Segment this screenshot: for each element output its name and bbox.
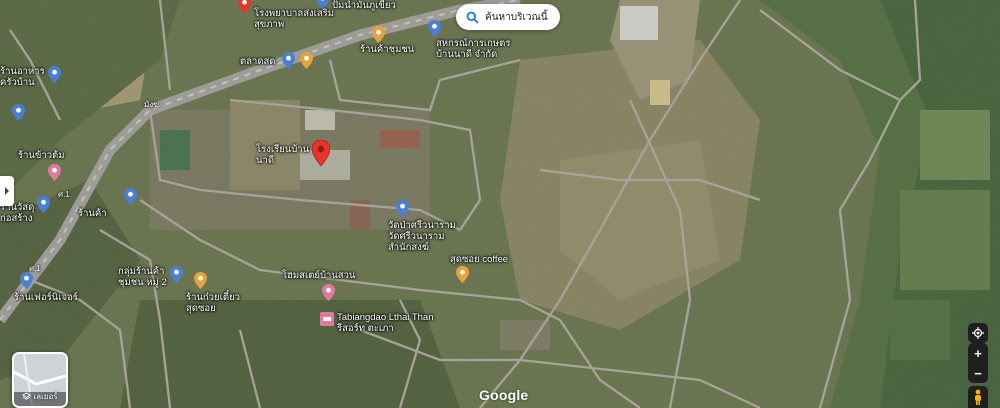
my-location-icon	[972, 327, 984, 339]
pegman-icon	[975, 389, 981, 405]
poi-marker[interactable]: ร้านข้าวต้ม	[18, 150, 65, 161]
side-panel-toggle[interactable]	[0, 176, 14, 206]
poi-marker[interactable]: สุดซอย coffee	[450, 254, 508, 283]
poi-marker[interactable]	[300, 52, 313, 69]
red-pin-icon	[238, 0, 251, 13]
poi-marker[interactable]: โฮมสเตย์บ้านสวน	[282, 270, 355, 281]
blue-pin-icon	[428, 20, 441, 37]
search-icon	[466, 11, 479, 24]
poi-marker[interactable]: ปั๊มน้ำมันภูเขียว	[316, 0, 396, 11]
blue-pin-icon	[37, 196, 51, 213]
google-attribution: Google	[479, 387, 529, 403]
poi-marker[interactable]	[282, 52, 295, 69]
poi-label: กลุ่มร้านค้า ชุมชน หมู่ 2	[118, 266, 167, 288]
poi-label: Tabiangdao Lthai Than รีสอร์ท ตะเภา	[337, 312, 434, 334]
satellite-imagery	[0, 0, 1000, 408]
poi-marker[interactable]	[20, 272, 33, 289]
poi-marker[interactable]	[322, 284, 335, 301]
street-view-pegman[interactable]	[968, 386, 988, 408]
search-this-area-label: ค้นหาบริเวณนี้	[485, 11, 548, 23]
poi-marker[interactable]: ร้านอาหาร ครัวบ้าน	[0, 66, 61, 88]
poi-marker[interactable]	[194, 272, 207, 289]
blue-pin-icon	[282, 52, 295, 69]
poi-label: โรงพยาบาลส่งเสริม สุขภาพ	[254, 8, 335, 30]
poi-marker[interactable]: Tabiangdao Lthai Than รีสอร์ท ตะเภา	[320, 312, 434, 334]
blue-pin-icon	[124, 188, 137, 205]
satellite-map[interactable]: มังฆ ศ.1 ศ.1 โรงพยาบาลส่งเสริม สุขภาพ ปั๊…	[0, 0, 1000, 408]
poi-label: ร้านค้าชุมชน	[360, 44, 415, 55]
pink-pin-icon	[48, 164, 61, 181]
poi-marker[interactable]	[12, 104, 25, 121]
poi-label: สหกรณ์การเกษตร บ้านนาดี จำกัด	[436, 38, 511, 60]
orange-pin-icon	[372, 26, 385, 43]
poi-label: ร้านเฟอร์นิเจอร์	[14, 292, 78, 303]
blue-pin-icon	[12, 104, 25, 121]
layers-label: เลเยอร์	[33, 392, 58, 401]
chevron-right-icon	[5, 187, 9, 195]
red-selected-pin-icon	[312, 140, 331, 166]
poi-marker[interactable]: ร้านเฟอร์นิเจอร์	[14, 292, 78, 303]
selected-place-marker[interactable]: โรงเรียนบ้าน นาดี	[256, 140, 331, 166]
poi-label: ร้านข้าวต้ม	[18, 150, 65, 161]
poi-label: โรงเรียนบ้าน นาดี	[256, 144, 310, 166]
my-location-button[interactable]	[968, 323, 988, 343]
poi-label: ปั๊มน้ำมันภูเขียว	[332, 0, 396, 11]
poi-label: วัดป่าศรีวนาราม วัดศรีวนาราม สำนักสงฆ์	[388, 220, 456, 253]
pink-pin-icon	[322, 284, 335, 301]
poi-label: ร้านอาหาร ครัวบ้าน	[0, 66, 45, 88]
poi-label: สุดซอย coffee	[450, 254, 509, 265]
layers-icon	[22, 392, 32, 400]
search-this-area-button[interactable]: ค้นหาบริเวณนี้	[456, 4, 560, 30]
poi-marker[interactable]: ร้านก๋วยเตี๋ยว สุดซอย	[186, 292, 240, 314]
poi-marker[interactable]: ตลาดสด	[240, 56, 275, 67]
blue-pin-icon	[316, 0, 329, 9]
orange-pin-icon	[194, 272, 207, 289]
poi-label: ตลาดสด	[240, 56, 276, 67]
road-label: ศ.1	[58, 190, 70, 199]
layers-button[interactable]: เลเยอร์	[12, 352, 68, 408]
poi-label: ร้านก๋วยเตี๋ยว สุดซอย	[186, 292, 240, 314]
blue-pin-icon	[169, 266, 183, 283]
poi-label: โฮมสเตย์บ้านสวน	[282, 270, 356, 281]
poi-marker[interactable]	[396, 200, 409, 217]
orange-pin-icon	[456, 266, 469, 283]
poi-marker[interactable]: วัดป่าศรีวนาราม วัดศรีวนาราม สำนักสงฆ์	[388, 220, 456, 253]
zoom-in-button[interactable]: +	[968, 343, 988, 363]
poi-marker[interactable]	[48, 164, 61, 181]
poi-marker[interactable]: ร้านค้า	[78, 208, 107, 219]
blue-pin-icon	[20, 272, 33, 289]
hotel-icon	[320, 312, 334, 326]
zoom-out-button[interactable]: −	[968, 363, 988, 383]
blue-pin-icon	[396, 200, 409, 217]
zoom-controls: + −	[968, 343, 988, 383]
poi-marker[interactable]: กลุ่มร้านค้า ชุมชน หมู่ 2	[118, 266, 183, 288]
orange-pin-icon	[300, 52, 313, 69]
poi-marker[interactable]	[124, 188, 137, 205]
road-label: มังฆ	[144, 100, 160, 109]
poi-label: ร้านค้า	[78, 208, 107, 219]
blue-pin-icon	[47, 66, 61, 83]
poi-marker[interactable]: ร้านค้าชุมชน	[360, 44, 414, 55]
poi-marker[interactable]	[372, 26, 385, 43]
